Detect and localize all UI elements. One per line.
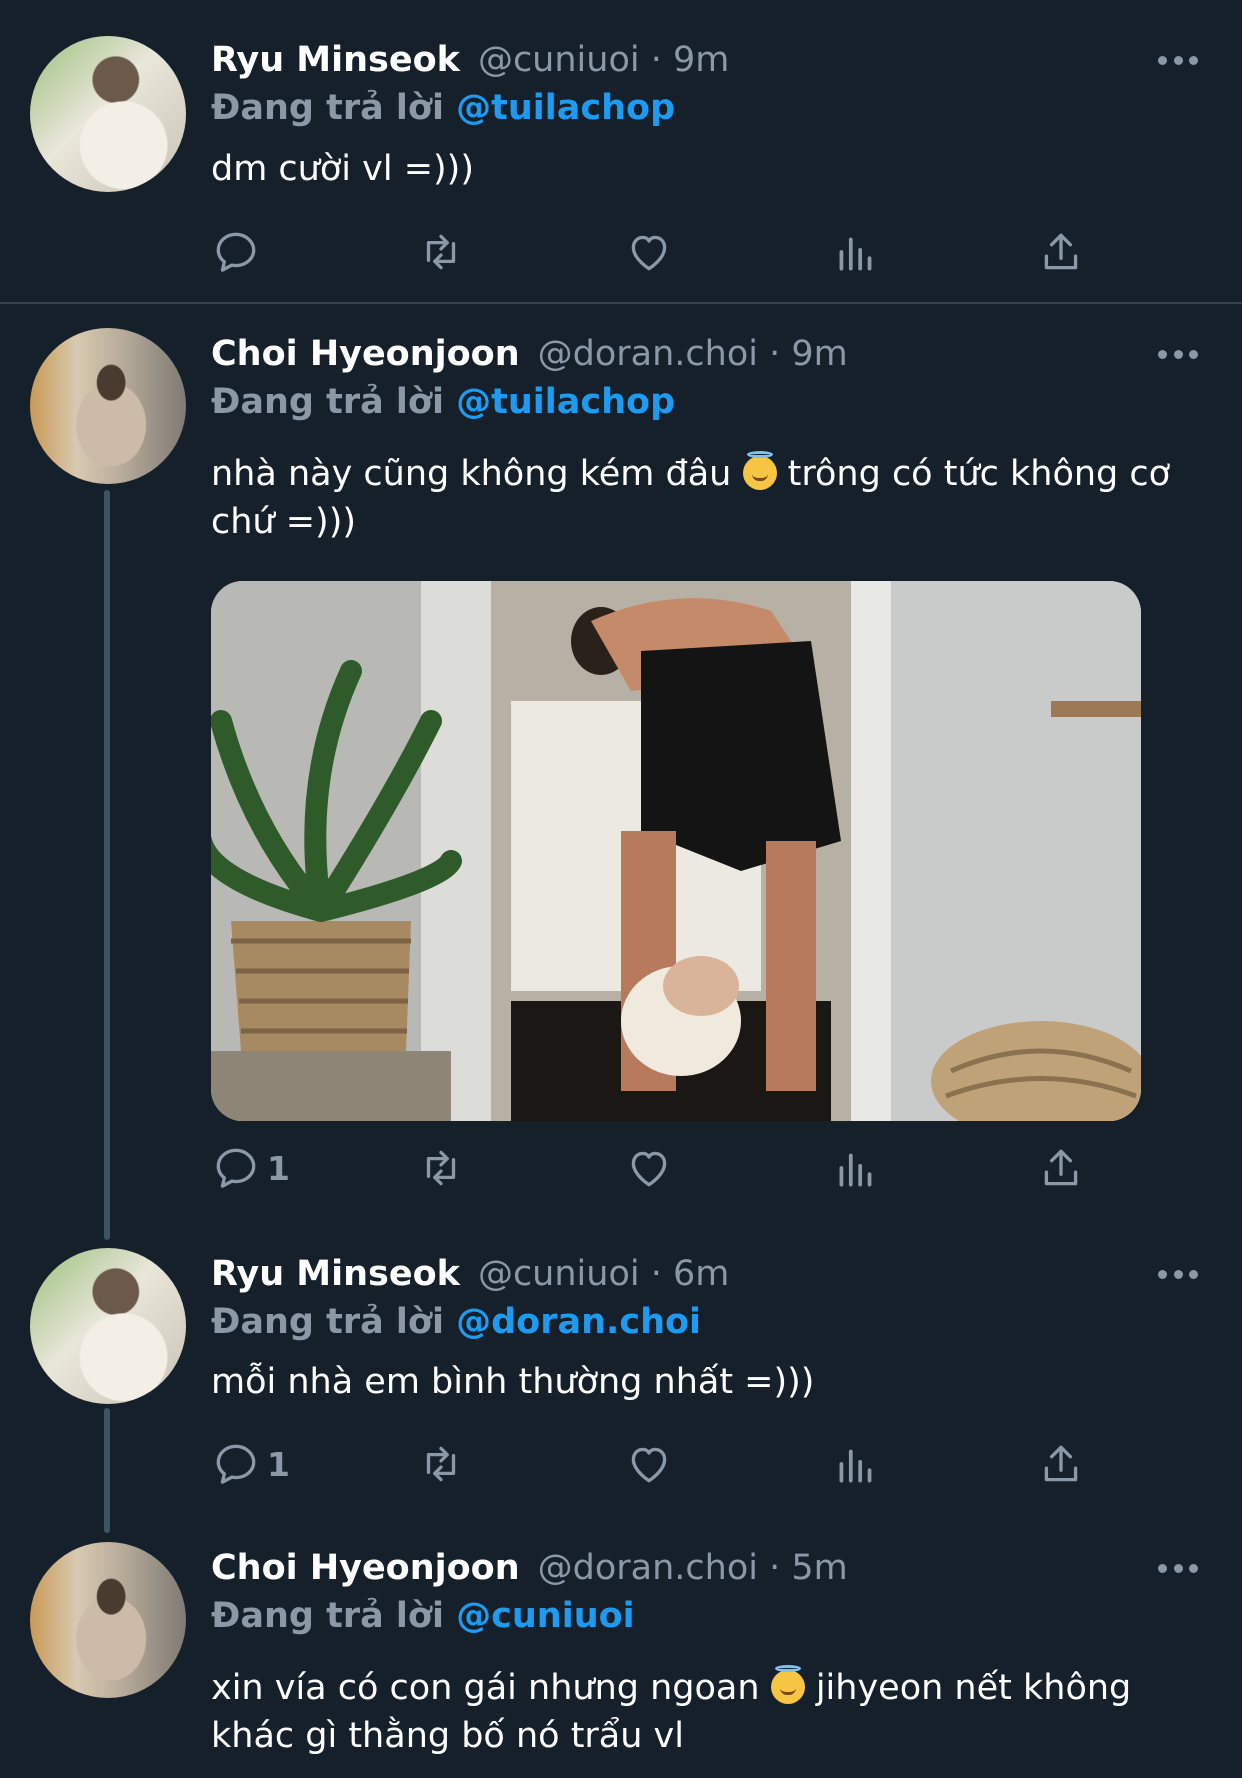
tweet-2[interactable]: Choi Hyeonjoon @doran.choi · 9m Đang trả… [0, 304, 1242, 1224]
handle-and-time: @doran.choi · 9m [537, 334, 848, 374]
share-button[interactable] [1036, 1434, 1086, 1494]
retweet-icon [426, 1150, 456, 1186]
replying-to: Đang trả lời @tuilachop [211, 382, 675, 422]
retweet-button[interactable] [416, 1434, 466, 1494]
share-icon [1044, 233, 1078, 270]
retweet-button[interactable] [416, 1138, 466, 1198]
like-button[interactable] [624, 222, 674, 282]
reply-button[interactable]: 1 [211, 1138, 290, 1198]
analytics-icon [839, 1153, 872, 1187]
like-icon [631, 235, 667, 271]
avatar[interactable] [30, 1542, 186, 1698]
display-name[interactable]: Choi Hyeonjoon [211, 334, 520, 374]
more-icon[interactable] [1158, 350, 1198, 364]
more-icon[interactable] [1158, 1564, 1198, 1578]
avatar[interactable] [30, 36, 186, 192]
replying-label: Đang trả lời [211, 1302, 444, 1342]
display-name[interactable]: Ryu Minseok [211, 40, 460, 80]
analytics-icon [839, 1449, 872, 1483]
share-icon [1044, 1149, 1078, 1186]
avatar[interactable] [30, 328, 186, 484]
tweet-text: nhà này cũng không kém đâu trông có tức … [211, 450, 1171, 546]
mention-link[interactable]: @cuniuoi [456, 1596, 635, 1636]
action-bar: 1 [211, 1434, 1091, 1494]
like-icon [631, 1151, 667, 1187]
more-icon[interactable] [1158, 56, 1198, 70]
analytics-button[interactable] [831, 1434, 881, 1494]
display-name[interactable]: Ryu Minseok [211, 1254, 460, 1294]
text-segment: xin vía có con gái nhưng ngoan [211, 1668, 760, 1708]
like-button[interactable] [624, 1434, 674, 1494]
reply-count: 1 [267, 1444, 290, 1484]
replying-label: Đang trả lời [211, 1596, 444, 1636]
more-icon[interactable] [1158, 1270, 1198, 1284]
reply-icon [216, 1444, 256, 1484]
tweet-1[interactable]: Ryu Minseok @cuniuoi · 9m Đang trả lời @… [0, 0, 1242, 300]
retweet-icon [426, 234, 456, 270]
tweet-header: Choi Hyeonjoon @doran.choi · 9m [211, 334, 848, 374]
like-button[interactable] [624, 1138, 674, 1198]
share-button[interactable] [1036, 1138, 1086, 1198]
tweet-header: Ryu Minseok @cuniuoi · 9m [211, 40, 729, 80]
analytics-button[interactable] [831, 222, 881, 282]
like-icon [631, 1447, 667, 1483]
action-bar [211, 222, 1091, 282]
share-button[interactable] [1036, 222, 1086, 282]
mention-link[interactable]: @doran.choi [456, 1302, 701, 1342]
reply-count: 1 [267, 1148, 290, 1188]
halo-emoji-icon [770, 1665, 805, 1704]
replying-label: Đang trả lời [211, 88, 444, 128]
reply-icon [216, 232, 256, 272]
mention-link[interactable]: @tuilachop [456, 88, 675, 128]
share-icon [1044, 1445, 1078, 1482]
photo-image [211, 581, 1141, 1121]
tweet-header: Ryu Minseok @cuniuoi · 6m [211, 1254, 729, 1294]
tweet-text: mỗi nhà em bình thường nhất =))) [211, 1362, 815, 1402]
replying-label: Đang trả lời [211, 382, 444, 422]
text-segment: nhà này cũng không kém đâu [211, 454, 732, 494]
tweet-photo[interactable] [211, 581, 1141, 1121]
analytics-button[interactable] [831, 1138, 881, 1198]
tweet-text: dm cười vl =))) [211, 149, 474, 189]
handle-and-time: @cuniuoi · 6m [477, 1254, 730, 1294]
avatar[interactable] [30, 1248, 186, 1404]
analytics-icon [839, 237, 872, 271]
replying-to: Đang trả lời @cuniuoi [211, 1596, 635, 1636]
replying-to: Đang trả lời @tuilachop [211, 88, 675, 128]
reply-button[interactable] [211, 222, 267, 282]
action-bar: 1 [211, 1138, 1091, 1198]
tweet-3[interactable]: Ryu Minseok @cuniuoi · 6m Đang trả lời @… [0, 1224, 1242, 1534]
halo-emoji-icon [742, 451, 777, 490]
mention-link[interactable]: @tuilachop [456, 382, 675, 422]
reply-icon [216, 1148, 256, 1188]
retweet-button[interactable] [416, 222, 466, 282]
tweet-header: Choi Hyeonjoon @doran.choi · 5m [211, 1548, 848, 1588]
tweet-4[interactable]: Choi Hyeonjoon @doran.choi · 5m Đang trả… [0, 1518, 1242, 1778]
tweet-text: xin vía có con gái nhưng ngoan jihyeon n… [211, 1664, 1171, 1760]
display-name[interactable]: Choi Hyeonjoon [211, 1548, 520, 1588]
handle-and-time: @doran.choi · 5m [537, 1548, 848, 1588]
reply-button[interactable]: 1 [211, 1434, 290, 1494]
retweet-icon [426, 1446, 456, 1482]
replying-to: Đang trả lời @doran.choi [211, 1302, 701, 1342]
handle-and-time: @cuniuoi · 9m [477, 40, 730, 80]
